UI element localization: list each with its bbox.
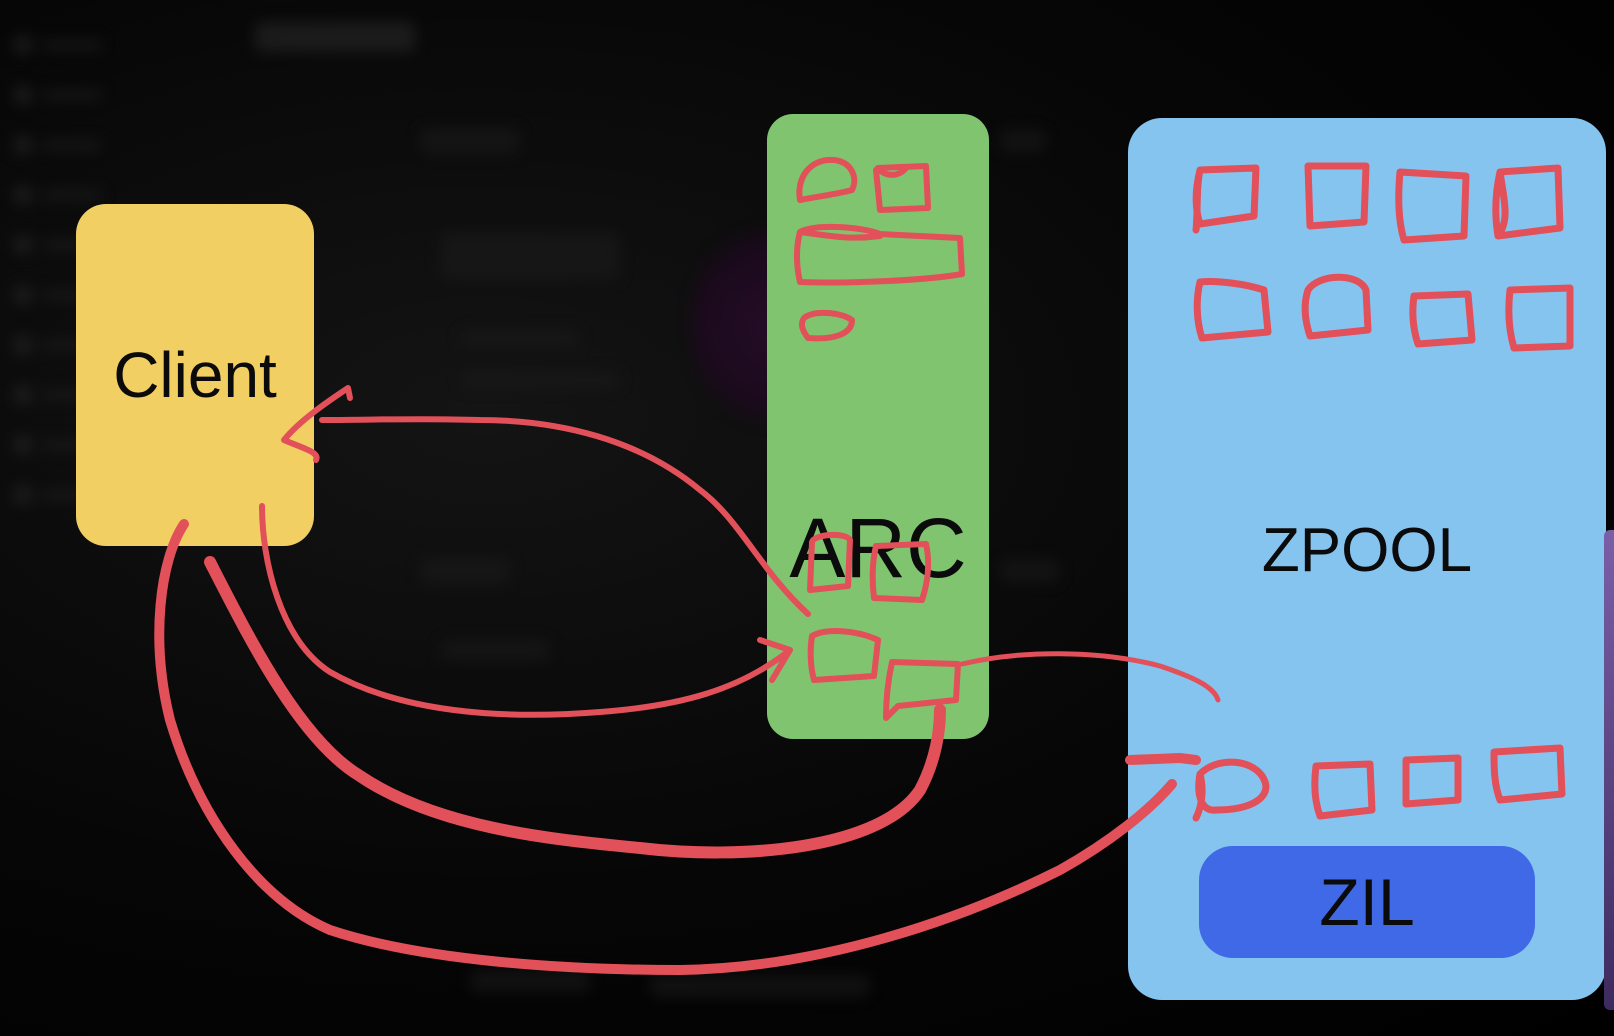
diagram-canvas: Client ARC ZPOOL ZIL: [0, 0, 1614, 1036]
bg-block: [460, 330, 580, 346]
zil-label: ZIL: [1319, 865, 1415, 939]
arc-node: ARC: [767, 114, 989, 739]
bg-title-blur: [255, 22, 415, 52]
bg-sidebar-row: [14, 186, 104, 204]
client-label: Client: [113, 339, 277, 411]
bg-sidebar-row: [14, 86, 104, 104]
bg-sidebar-row: [14, 36, 104, 54]
client-node: Client: [76, 204, 314, 546]
bg-block: [460, 372, 620, 388]
edge-thumbnail: [1604, 530, 1614, 1010]
zil-node: ZIL: [1199, 846, 1535, 958]
bg-block: [1000, 130, 1046, 152]
bg-sidebar-row: [14, 136, 104, 154]
zpool-label: ZPOOL: [1261, 516, 1473, 585]
bg-block: [470, 970, 590, 992]
bg-block: [420, 128, 520, 154]
bg-block: [440, 232, 620, 280]
bg-block: [420, 558, 510, 584]
bg-block: [650, 975, 870, 997]
arc-label: ARC: [789, 501, 967, 595]
bg-block: [1000, 560, 1060, 582]
bg-block: [440, 640, 550, 660]
